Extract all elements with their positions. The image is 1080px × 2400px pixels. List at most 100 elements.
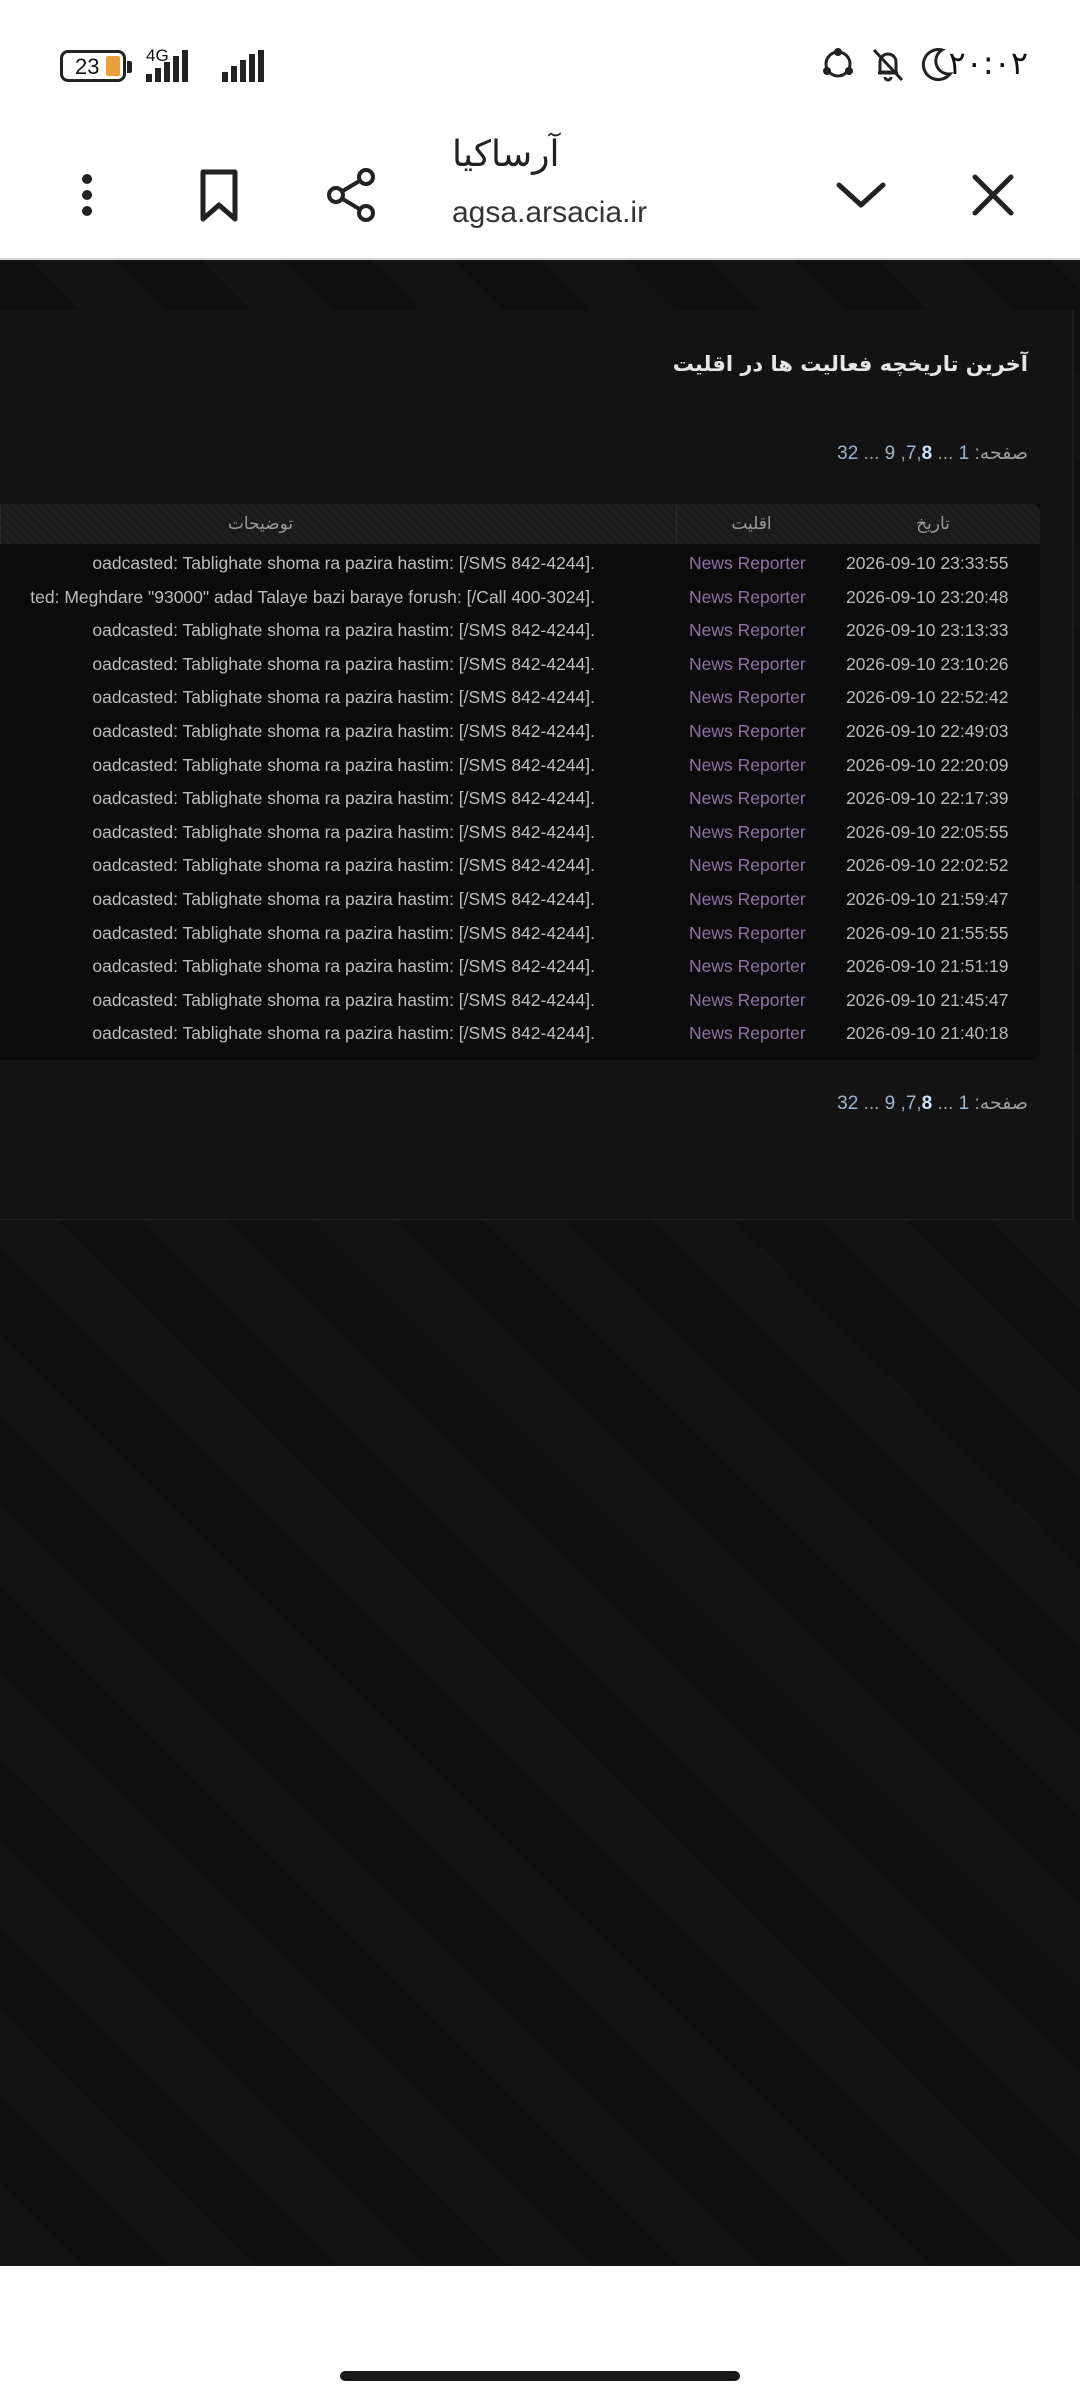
more-button[interactable] xyxy=(42,150,132,240)
cell-description: oadcasted: Tablighate shoma ra pazira ha… xyxy=(92,956,595,977)
cell-description: oadcasted: Tablighate shoma ra pazira ha… xyxy=(92,889,595,909)
cell-date: 2026-09-10 23:33:55 xyxy=(846,553,1009,573)
table-row: oadcasted: Tablighate shoma ra pazira ha… xyxy=(0,816,1040,850)
table-row: oadcasted: Tablighate shoma ra pazira ha… xyxy=(0,950,1040,984)
cell-description: oadcasted: Tablighate shoma ra pazira ha… xyxy=(92,788,595,809)
cell-minority-link[interactable]: News Reporter xyxy=(689,849,806,883)
pager-ellipsis: ... xyxy=(863,1093,880,1114)
cell-date: 2026-09-10 22:49:03 xyxy=(846,721,1009,741)
bell-off-icon xyxy=(872,48,904,82)
page-link-7[interactable]: 7 xyxy=(906,443,917,464)
cell-minority-link[interactable]: News Reporter xyxy=(689,581,806,615)
bookmark-icon xyxy=(200,169,238,222)
share-button[interactable] xyxy=(306,150,396,240)
cell-description: oadcasted: Tablighate shoma ra pazira ha… xyxy=(92,553,595,573)
pagination-top: صفحه: 1 ... 7,8, 9 ... 32 xyxy=(837,442,1028,465)
table-row: oadcasted: Tablighate shoma ra pazira ha… xyxy=(0,749,1040,783)
cell-description: oadcasted: Tablighate shoma ra pazira ha… xyxy=(92,687,595,708)
pager-ellipsis: ... xyxy=(937,1093,954,1114)
column-header-date[interactable]: تاریخ xyxy=(826,504,1040,544)
cell-date: 2026-09-10 22:05:55 xyxy=(846,821,1009,842)
page-link-first[interactable]: 1 xyxy=(959,443,970,464)
table-row: oadcasted: Tablighate shoma ra pazira ha… xyxy=(0,984,1040,1018)
cell-description: oadcasted: Tablighate shoma ra pazira ha… xyxy=(92,855,595,876)
activity-panel: آخرین تاریخچه فعالیت ها در اقلیت صفحه: 1… xyxy=(0,310,1074,1220)
cell-description: oadcasted: Tablighate shoma ra pazira ha… xyxy=(92,922,595,943)
moon-icon xyxy=(921,48,954,82)
pager-ellipsis: ... xyxy=(937,443,954,464)
sync-icon xyxy=(823,48,853,78)
home-indicator[interactable] xyxy=(340,2371,740,2381)
battery-icon: 23 xyxy=(60,50,132,82)
cell-minority-link[interactable]: News Reporter xyxy=(689,749,806,783)
cell-minority-link[interactable]: News Reporter xyxy=(689,782,806,816)
share-icon xyxy=(327,168,375,222)
cell-minority-link[interactable]: News Reporter xyxy=(689,681,806,715)
cell-minority-link[interactable]: News Reporter xyxy=(689,883,806,917)
cell-date: 2026-09-10 23:10:26 xyxy=(846,653,1009,674)
bookmark-button[interactable] xyxy=(174,150,264,240)
table-row: oadcasted: Tablighate shoma ra pazira ha… xyxy=(0,917,1040,951)
collapse-button[interactable] xyxy=(816,150,906,240)
table-row: oadcasted: Tablighate shoma ra pazira ha… xyxy=(0,1017,1040,1051)
pager-ellipsis: ... xyxy=(863,443,880,464)
table-row: oadcasted: Tablighate shoma ra pazira ha… xyxy=(0,883,1040,917)
table-row: oadcasted: Tablighate shoma ra pazira ha… xyxy=(0,849,1040,883)
pagination-bottom: صفحه: 1 ... 7,8, 9 ... 32 xyxy=(837,1092,1028,1115)
web-content: آخرین تاریخچه فعالیت ها در اقلیت صفحه: 1… xyxy=(0,260,1080,2266)
activity-table: تاریخ اقلیت توضیحات oadcasted: Tablighat… xyxy=(0,504,1040,1060)
cell-date: 2026-09-10 23:20:48 xyxy=(846,586,1009,607)
table-row: ted: Meghdare "93000" adad Talaye bazi b… xyxy=(0,581,1040,615)
page-current-8: 8 xyxy=(921,1093,933,1114)
cell-minority-link[interactable]: News Reporter xyxy=(689,950,806,984)
table-header: تاریخ اقلیت توضیحات xyxy=(0,504,1040,544)
signal-icon xyxy=(222,48,264,82)
page-current-8: 8 xyxy=(921,443,933,464)
status-bar: 23 4G ۲۰:۰۲ xyxy=(0,0,1080,130)
cell-description: oadcasted: Tablighate shoma ra pazira ha… xyxy=(92,620,595,641)
more-vertical-icon xyxy=(82,174,92,216)
site-title: آرساکیا xyxy=(452,134,560,175)
table-row: oadcasted: Tablighate shoma ra pazira ha… xyxy=(0,648,1040,682)
clock: ۲۰:۰۲ xyxy=(948,44,1028,82)
cell-description: oadcasted: Tablighate shoma ra pazira ha… xyxy=(92,821,595,842)
page-link-first[interactable]: 1 xyxy=(959,1093,970,1114)
table-row: oadcasted: Tablighate shoma ra pazira ha… xyxy=(0,547,1040,581)
close-button[interactable] xyxy=(948,150,1038,240)
cell-date: 2026-09-10 22:17:39 xyxy=(846,788,1009,809)
column-header-description[interactable]: توضیحات xyxy=(0,504,520,544)
table-row: oadcasted: Tablighate shoma ra pazira ha… xyxy=(0,681,1040,715)
close-icon xyxy=(972,174,1014,216)
cell-minority-link[interactable]: News Reporter xyxy=(689,984,806,1018)
browser-toolbar: آرساکیا agsa.arsacia.ir xyxy=(0,130,1080,260)
table-row: oadcasted: Tablighate shoma ra pazira ha… xyxy=(0,782,1040,816)
cell-date: 2026-09-10 22:02:52 xyxy=(846,855,1009,876)
cell-date: 2026-09-10 21:51:19 xyxy=(846,956,1009,977)
site-url[interactable]: agsa.arsacia.ir xyxy=(452,196,647,230)
page-link-9[interactable]: 9 xyxy=(885,1093,896,1114)
pager-label: صفحه: xyxy=(974,443,1028,464)
page-link-last[interactable]: 32 xyxy=(837,1093,858,1114)
cell-date: 2026-09-10 21:40:18 xyxy=(846,1023,1009,1044)
cell-minority-link[interactable]: News Reporter xyxy=(689,715,806,749)
cell-minority-link[interactable]: News Reporter xyxy=(689,1017,806,1051)
cell-description: oadcasted: Tablighate shoma ra pazira ha… xyxy=(92,653,595,674)
cell-minority-link[interactable]: News Reporter xyxy=(689,547,806,581)
chevron-down-icon xyxy=(836,182,886,208)
page-link-last[interactable]: 32 xyxy=(837,443,858,464)
table-row: oadcasted: Tablighate shoma ra pazira ha… xyxy=(0,614,1040,648)
signal-icon xyxy=(146,48,188,82)
cell-minority-link[interactable]: News Reporter xyxy=(689,648,806,682)
cell-description: oadcasted: Tablighate shoma ra pazira ha… xyxy=(92,989,595,1010)
cell-description: ted: Meghdare "93000" adad Talaye bazi b… xyxy=(30,586,595,607)
column-header-minority[interactable]: اقلیت xyxy=(676,504,826,544)
cell-minority-link[interactable]: News Reporter xyxy=(689,614,806,648)
cell-description: oadcasted: Tablighate shoma ra pazira ha… xyxy=(92,1023,595,1044)
cell-date: 2026-09-10 23:13:33 xyxy=(846,620,1009,641)
page-link-7[interactable]: 7 xyxy=(906,1093,917,1114)
cell-date: 2026-09-10 21:55:55 xyxy=(846,922,1009,943)
page-link-9[interactable]: 9 xyxy=(885,443,896,464)
cell-date: 2026-09-10 22:20:09 xyxy=(846,754,1009,775)
cell-minority-link[interactable]: News Reporter xyxy=(689,816,806,850)
cell-minority-link[interactable]: News Reporter xyxy=(689,917,806,951)
